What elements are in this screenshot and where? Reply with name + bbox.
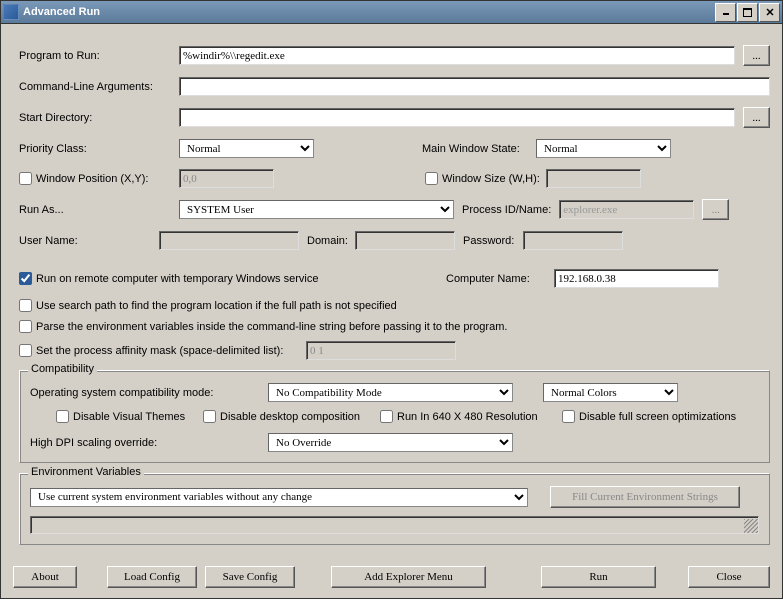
program-to-run-label: Program to Run: (19, 50, 179, 62)
run-640-checkbox[interactable] (380, 410, 393, 423)
run-as-select[interactable]: SYSTEM User (179, 200, 454, 219)
colors-select[interactable]: Normal Colors (543, 383, 678, 402)
env-vars-legend: Environment Variables (28, 466, 144, 478)
window-position-input (179, 169, 274, 188)
app-icon (3, 4, 19, 20)
disable-fullscreen-checkbox[interactable] (562, 410, 575, 423)
start-dir-browse-button[interactable]: ... (743, 107, 770, 128)
about-button[interactable]: About (13, 566, 77, 588)
start-dir-label: Start Directory: (19, 112, 179, 124)
load-config-button[interactable]: Load Config (107, 566, 197, 588)
computer-name-label: Computer Name: (446, 273, 554, 285)
compatibility-legend: Compatibility (28, 363, 97, 375)
window-position-checkbox[interactable] (19, 172, 32, 185)
domain-label: Domain: (307, 235, 355, 247)
start-dir-input[interactable] (179, 108, 735, 127)
disable-desktop-comp-checkbox[interactable] (203, 410, 216, 423)
env-vars-group: Environment Variables Use current system… (19, 473, 770, 545)
os-compat-select[interactable]: No Compatibility Mode (268, 383, 513, 402)
disable-desktop-comp-label: Disable desktop composition (220, 411, 380, 423)
domain-input (355, 231, 455, 250)
search-path-label: Use search path to find the program loca… (36, 300, 397, 312)
window: Advanced Run Program to Run: ... Command… (0, 0, 783, 599)
remote-computer-label: Run on remote computer with temporary Wi… (36, 273, 446, 285)
password-label: Password: (463, 235, 523, 247)
search-path-checkbox[interactable] (19, 299, 32, 312)
close-dialog-button[interactable]: Close (688, 566, 770, 588)
titlebar: Advanced Run (1, 1, 782, 24)
cmdline-args-input[interactable] (179, 77, 770, 96)
run-as-label: Run As... (19, 204, 179, 216)
password-input (523, 231, 623, 250)
window-size-checkbox[interactable] (425, 172, 438, 185)
window-title: Advanced Run (23, 6, 715, 18)
env-text-area (30, 516, 759, 534)
maximize-button[interactable] (737, 3, 758, 22)
fill-env-button: Fill Current Environment Strings (550, 486, 740, 508)
compatibility-group: Compatibility Operating system compatibi… (19, 370, 770, 463)
affinity-label: Set the process affinity mask (space-del… (36, 345, 306, 357)
cmdline-args-label: Command-Line Arguments: (19, 81, 179, 93)
footer: About Load Config Save Config Add Explor… (1, 560, 782, 598)
process-id-name-input (559, 200, 694, 219)
priority-class-select[interactable]: Normal (179, 139, 314, 158)
save-config-button[interactable]: Save Config (205, 566, 295, 588)
user-name-input (159, 231, 299, 250)
remote-computer-checkbox[interactable] (19, 272, 32, 285)
disable-visual-themes-checkbox[interactable] (56, 410, 69, 423)
user-name-label: User Name: (19, 235, 159, 247)
os-compat-label: Operating system compatibility mode: (30, 387, 268, 399)
program-to-run-input[interactable] (179, 46, 735, 65)
add-explorer-menu-button[interactable]: Add Explorer Menu (331, 566, 486, 588)
high-dpi-label: High DPI scaling override: (30, 437, 268, 449)
window-size-label: Window Size (W,H): (442, 173, 546, 185)
parse-env-label: Parse the environment variables inside t… (36, 321, 507, 333)
process-browse-button: ... (702, 199, 729, 220)
window-size-input (546, 169, 641, 188)
run-button[interactable]: Run (541, 566, 656, 588)
main-window-state-label: Main Window State: (422, 143, 536, 155)
run-640-label: Run In 640 X 480 Resolution (397, 411, 562, 423)
process-id-name-label: Process ID/Name: (462, 204, 551, 216)
disable-visual-themes-label: Disable Visual Themes (73, 411, 203, 423)
priority-class-label: Priority Class: (19, 143, 179, 155)
affinity-checkbox[interactable] (19, 344, 32, 357)
minimize-button[interactable] (715, 3, 736, 22)
computer-name-input[interactable] (554, 269, 719, 288)
affinity-input (306, 341, 456, 360)
high-dpi-select[interactable]: No Override (268, 433, 513, 452)
parse-env-checkbox[interactable] (19, 320, 32, 333)
env-mode-select[interactable]: Use current system environment variables… (30, 488, 528, 507)
main-window-state-select[interactable]: Normal (536, 139, 671, 158)
close-button[interactable] (759, 3, 780, 22)
window-position-label: Window Position (X,Y): (36, 173, 179, 185)
disable-fullscreen-label: Disable full screen optimizations (579, 411, 736, 423)
program-browse-button[interactable]: ... (743, 45, 770, 66)
